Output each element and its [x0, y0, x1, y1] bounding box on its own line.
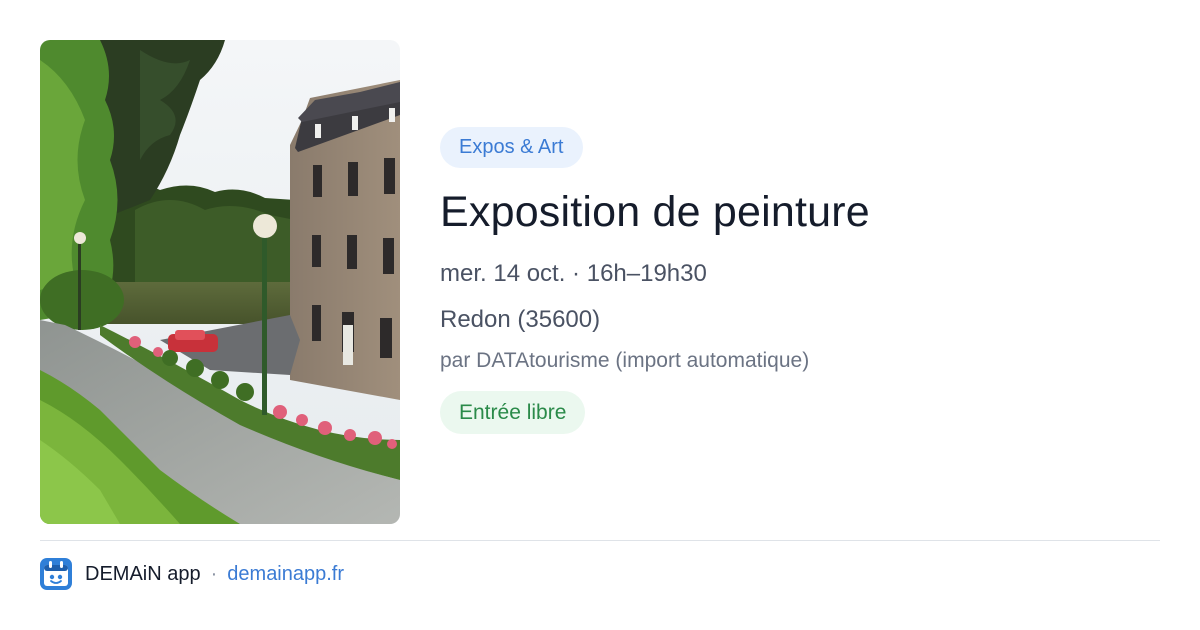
event-details: Expos & Art Exposition de peinture mer. …	[440, 127, 1160, 434]
event-location: Redon (35600)	[440, 306, 601, 333]
event-organizer: par DATAtourisme (import automatique)	[440, 349, 810, 372]
event-title: Exposition de peinture	[440, 188, 870, 236]
footer: DEMAiN app · demainapp.fr	[40, 558, 344, 590]
event-photo	[40, 40, 400, 524]
site-link[interactable]: demainapp.fr	[227, 563, 344, 586]
footer-separator: ·	[210, 562, 218, 585]
event-date-time: mer. 14 oct. · 16h–19h30	[440, 260, 707, 287]
app-name: DEMAiN app	[85, 562, 201, 585]
price-badge: Entrée libre	[440, 391, 586, 434]
category-badge[interactable]: Expos & Art	[440, 127, 583, 168]
footer-divider	[40, 540, 1160, 541]
calendar-app-icon	[40, 558, 72, 590]
